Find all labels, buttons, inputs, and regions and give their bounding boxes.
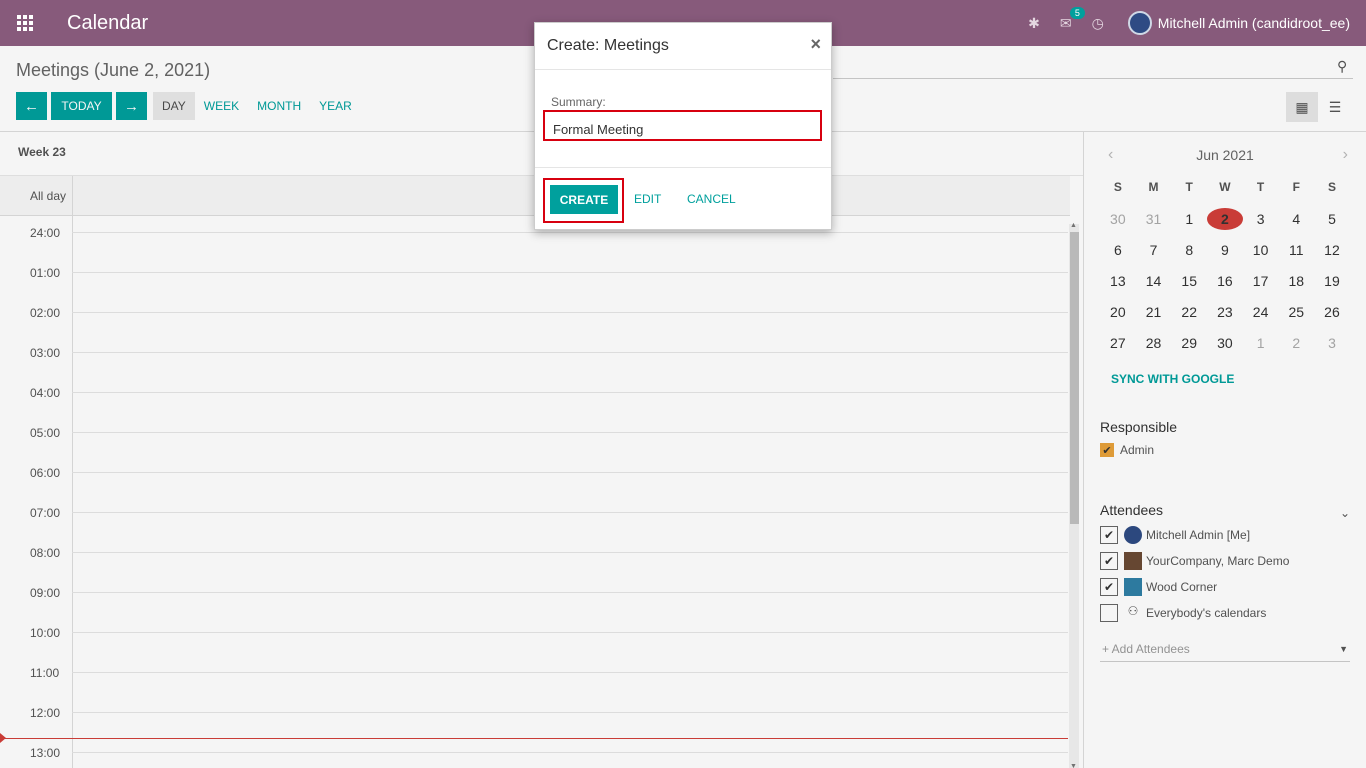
activity-clock-icon[interactable]: ◷ bbox=[1092, 15, 1104, 32]
cancel-button[interactable]: CANCEL bbox=[687, 192, 736, 206]
debug-bug-icon[interactable]: ✱ bbox=[1028, 15, 1040, 32]
dialog-title: Create: Meetings bbox=[547, 37, 669, 54]
summary-input[interactable] bbox=[543, 110, 822, 141]
user-menu[interactable]: Mitchell Admin (candidroot_ee) bbox=[1158, 15, 1350, 31]
app-title: Calendar bbox=[67, 11, 149, 34]
edit-button[interactable]: EDIT bbox=[634, 192, 661, 206]
create-button[interactable]: CREATE bbox=[550, 185, 618, 214]
apps-menu-icon[interactable] bbox=[0, 0, 50, 46]
user-avatar[interactable] bbox=[1127, 11, 1152, 35]
summary-label: Summary: bbox=[551, 95, 606, 109]
close-icon[interactable]: × bbox=[810, 34, 821, 55]
dialog-header: Create: Meetings × bbox=[535, 23, 831, 70]
dialog-footer-divider bbox=[535, 167, 831, 168]
create-meeting-dialog: Create: Meetings × Summary: CREATE EDIT … bbox=[534, 22, 832, 230]
messaging-icon[interactable]: ✉ 5 bbox=[1060, 6, 1085, 32]
message-count-badge: 5 bbox=[1069, 6, 1085, 19]
